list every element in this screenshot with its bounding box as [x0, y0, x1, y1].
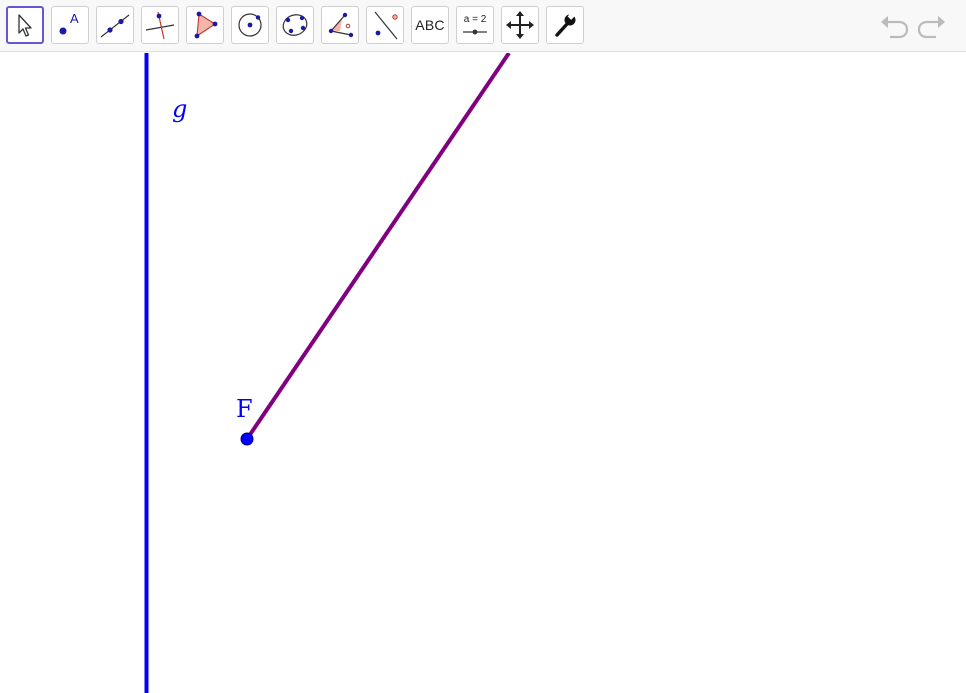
undo-button[interactable]: [878, 12, 910, 40]
graphics-view[interactable]: g F: [0, 53, 966, 693]
move-tool-button[interactable]: [6, 6, 44, 44]
angle-icon: [328, 12, 354, 38]
line-through-two-points-icon: [100, 14, 130, 38]
segment[interactable]: [245, 53, 511, 441]
polygon-tool-button[interactable]: [186, 6, 224, 44]
line-tool-button[interactable]: [96, 6, 134, 44]
text-icon: ABC: [415, 17, 445, 33]
graphics-canvas[interactable]: [0, 53, 966, 693]
circle-center-point-icon: [238, 13, 262, 37]
settings-tool-button[interactable]: [546, 6, 584, 44]
redo-icon: [917, 16, 945, 39]
svg-text:a = 2: a = 2: [464, 14, 487, 25]
svg-text:A: A: [70, 11, 79, 26]
geogebra-app: A ABC a = 2 g F: [0, 0, 966, 693]
conic-through-five-points-icon: [282, 14, 308, 36]
redo-button[interactable]: [916, 12, 948, 40]
circle-tool-button[interactable]: [231, 6, 269, 44]
text-tool-button[interactable]: ABC: [411, 6, 449, 44]
reflect-tool-button[interactable]: [366, 6, 404, 44]
point-f[interactable]: [240, 432, 254, 446]
perpendicular-line-icon: [145, 11, 175, 40]
polygon-icon: [194, 11, 218, 39]
slider-tool-button[interactable]: a = 2: [456, 6, 494, 44]
move-arrow-icon: [18, 14, 32, 37]
reflect-about-line-icon: [374, 11, 398, 40]
move-graphics-view-icon: [506, 11, 534, 39]
conic-tool-button[interactable]: [276, 6, 314, 44]
toolbar: A ABC a = 2: [0, 0, 966, 52]
angle-tool-button[interactable]: [321, 6, 359, 44]
point-icon: A: [59, 11, 79, 35]
line-g-label: g: [172, 95, 188, 123]
slider-icon: a = 2: [463, 14, 487, 35]
perpendicular-tool-button[interactable]: [141, 6, 179, 44]
undo-icon: [881, 16, 909, 39]
move-graphics-tool-button[interactable]: [501, 6, 539, 44]
point-tool-button[interactable]: A: [51, 6, 89, 44]
wrench-icon: [555, 12, 576, 37]
point-f-label: F: [236, 395, 253, 423]
